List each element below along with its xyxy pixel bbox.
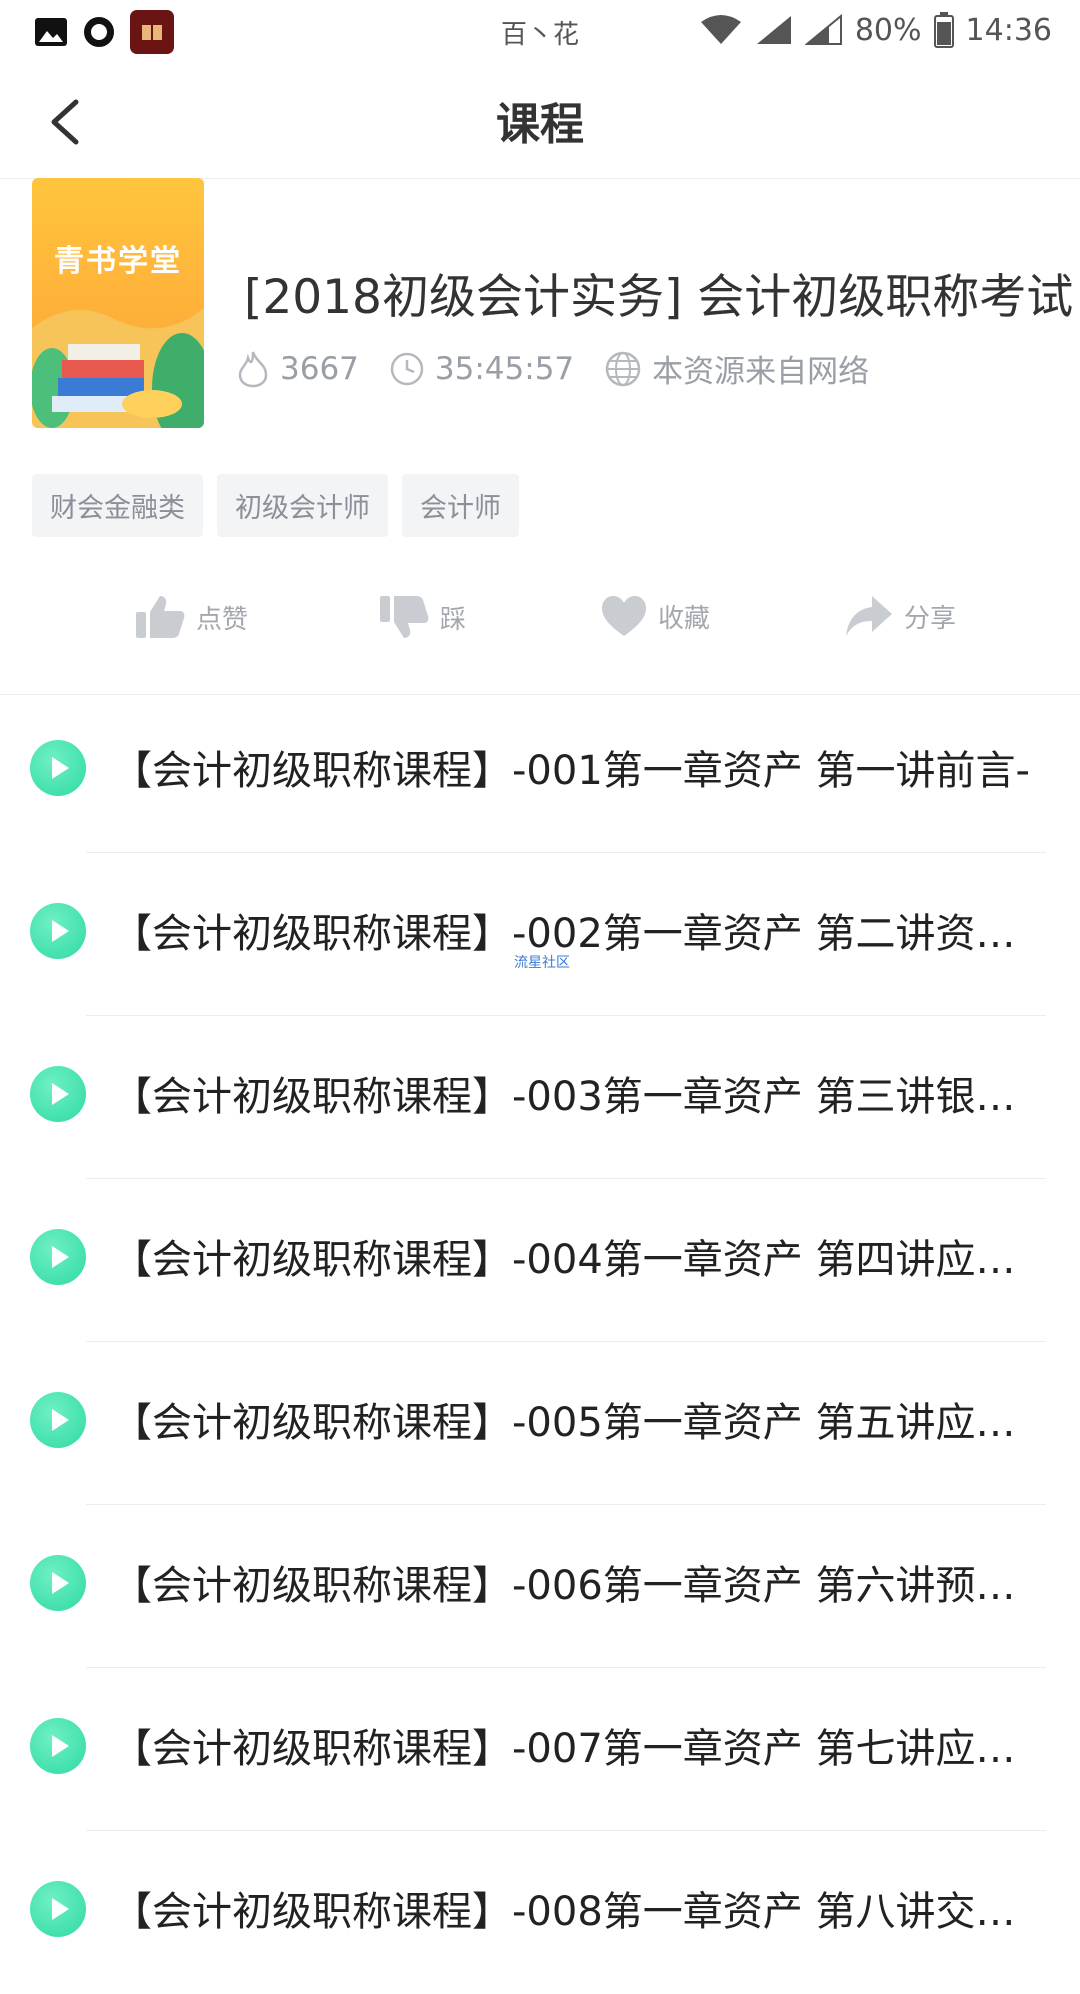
play-icon[interactable] xyxy=(30,1066,86,1122)
globe-icon xyxy=(605,351,641,386)
share-button[interactable]: 分享 xyxy=(844,594,956,638)
course-title: [2018初级会计实务] 会计初级职称考试 xyxy=(244,270,1074,325)
lesson-title: 【会计初级职称课程】-002第一章资产 第二讲资产概… xyxy=(112,911,1042,957)
duration-stat: 35:45:57 xyxy=(389,351,574,387)
signal-icon xyxy=(756,16,791,44)
views-count: 3667 xyxy=(280,350,359,387)
lesson-title: 【会计初级职称课程】-004第一章资产 第四讲应收票… xyxy=(112,1237,1042,1283)
views-stat: 3667 xyxy=(236,350,359,388)
books-illustration-icon xyxy=(32,308,204,428)
battery-percentage: 80% xyxy=(854,12,922,48)
lesson-title: 【会计初级职称课程】-001第一章资产 第一讲前言- xyxy=(112,748,1030,794)
signal-secondary-icon xyxy=(804,14,842,45)
lesson-list: 【会计初级职称课程】-001第一章资产 第一讲前言- 【会计初级职称课程】-00… xyxy=(0,690,1080,1994)
dislike-label: 踩 xyxy=(440,604,467,635)
share-arrow-icon xyxy=(846,596,892,636)
like-label: 点赞 xyxy=(196,604,249,635)
source-stat: 本资源来自网络 xyxy=(604,346,869,391)
tag-list: 财会金融类 初级会计师 会计师 xyxy=(32,474,519,537)
play-icon[interactable] xyxy=(30,740,86,796)
like-button[interactable]: 点赞 xyxy=(134,594,248,640)
thumbs-down-icon xyxy=(380,596,429,638)
lesson-item[interactable]: 【会计初级职称课程】-006第一章资产 第六讲预付账… xyxy=(0,1505,1080,1668)
favorite-button[interactable]: 收藏 xyxy=(600,594,710,638)
tag-item[interactable]: 财会金融类 xyxy=(32,474,203,537)
favorite-label: 收藏 xyxy=(658,603,711,634)
lesson-title: 【会计初级职称课程】-007第一章资产 第七讲应收款… xyxy=(112,1726,1042,1772)
action-bar: 点赞 踩 收藏 分享 xyxy=(0,594,1080,695)
course-meta: 3667 35:45:57 本资源来自网络 xyxy=(236,346,899,391)
lesson-item[interactable]: 【会计初级职称课程】-007第一章资产 第七讲应收款… xyxy=(0,1668,1080,1831)
share-label: 分享 xyxy=(904,603,957,634)
duration: 35:45:57 xyxy=(434,350,575,387)
tag-item[interactable]: 初级会计师 xyxy=(217,474,388,537)
play-icon[interactable] xyxy=(30,1392,86,1448)
thumbs-up-icon xyxy=(136,596,185,638)
lesson-item[interactable]: 【会计初级职称课程】-002第一章资产 第二讲资产概… xyxy=(0,853,1080,1016)
fire-icon xyxy=(238,351,268,387)
play-icon[interactable] xyxy=(30,1229,86,1285)
lesson-item[interactable]: 【会计初级职称课程】-003第一章资产 第三讲银行存… xyxy=(0,1016,1080,1179)
play-icon[interactable] xyxy=(30,1881,86,1937)
page-title: 课程 xyxy=(496,99,584,150)
course-cover[interactable]: 青书学堂 xyxy=(32,178,204,428)
lesson-item[interactable]: 【会计初级职称课程】-005第一章资产 第五讲应收账… xyxy=(0,1342,1080,1505)
watermark: 流星社区 xyxy=(514,955,570,971)
source-text: 本资源来自网络 xyxy=(652,354,870,390)
heart-icon xyxy=(602,596,646,636)
play-icon[interactable] xyxy=(30,1555,86,1611)
play-icon[interactable] xyxy=(30,1718,86,1774)
lesson-title: 【会计初级职称课程】-005第一章资产 第五讲应收账… xyxy=(112,1400,1042,1446)
lesson-title: 【会计初级职称课程】-006第一章资产 第六讲预付账… xyxy=(112,1563,1042,1609)
nav-bar: 课程 xyxy=(0,66,1080,179)
tag-item[interactable]: 会计师 xyxy=(402,474,519,537)
status-bar: 百丶花 80% 14:36 xyxy=(0,0,1080,66)
wifi-icon xyxy=(700,15,741,44)
battery-icon xyxy=(933,12,954,48)
status-right: 80% 14:36 xyxy=(699,12,1052,48)
lesson-item[interactable]: 【会计初级职称课程】-001第一章资产 第一讲前言- xyxy=(0,690,1080,853)
lesson-item[interactable]: 【会计初级职称课程】-004第一章资产 第四讲应收票… xyxy=(0,1179,1080,1342)
clock-icon xyxy=(390,352,424,385)
dislike-button[interactable]: 踩 xyxy=(378,594,466,640)
lesson-title: 【会计初级职称课程】-003第一章资产 第三讲银行存… xyxy=(112,1074,1042,1120)
clock: 14:36 xyxy=(965,12,1052,48)
lesson-title: 【会计初级职称课程】-008第一章资产 第八讲交易性 xyxy=(112,1889,1042,1935)
lesson-item[interactable]: 【会计初级职称课程】-008第一章资产 第八讲交易性 xyxy=(0,1831,1080,1994)
play-icon[interactable] xyxy=(30,903,86,959)
course-header: 青书学堂 [2018初级会计实务] 会计初级职称考试 3667 35:45:57… xyxy=(0,178,1080,450)
